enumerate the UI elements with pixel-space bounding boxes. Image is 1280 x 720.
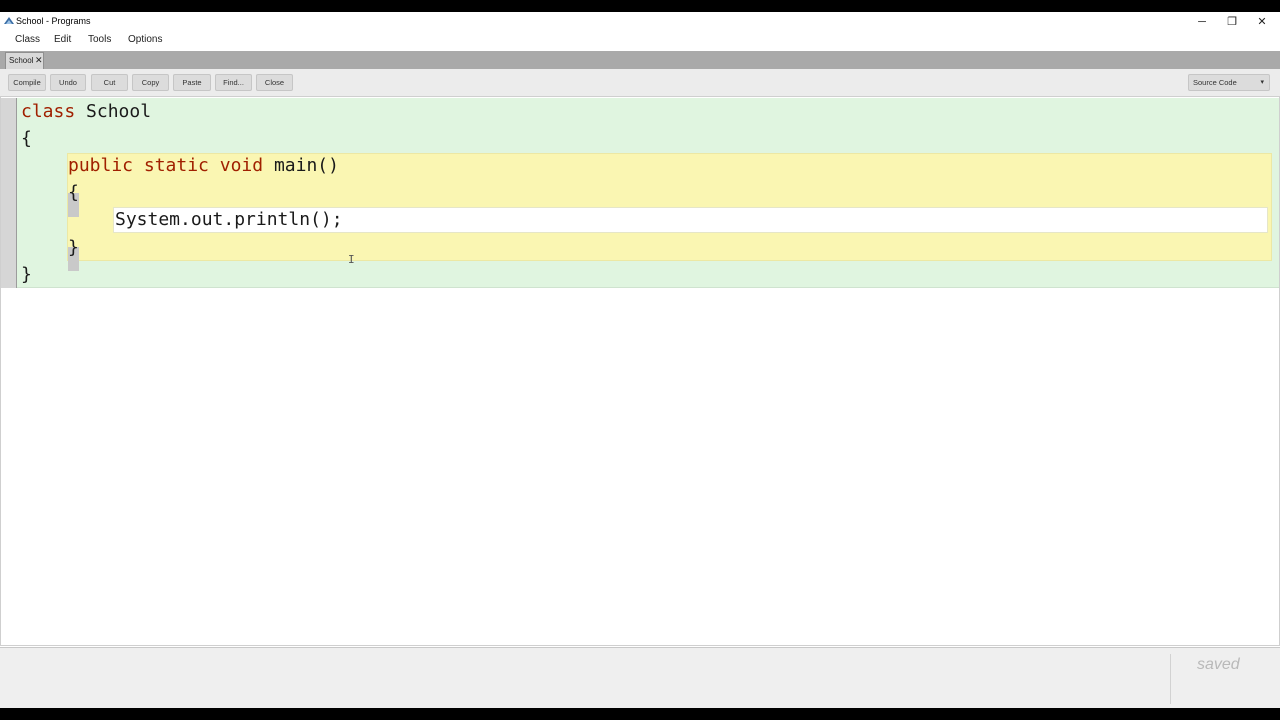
code-line[interactable]: class School (21, 101, 151, 122)
method-signature: main() (273, 155, 339, 176)
code-line[interactable]: } (68, 237, 79, 258)
menu-class[interactable]: Class (15, 34, 40, 45)
status-bar: saved (0, 647, 1280, 708)
keyword: public (68, 155, 134, 176)
keyword: static (143, 155, 209, 176)
tab-close-icon[interactable]: ✕ (35, 55, 43, 66)
find-button[interactable]: Find... (215, 74, 252, 91)
close-window-button[interactable]: ✕ (1247, 12, 1277, 31)
bluej-app-icon (4, 17, 14, 24)
copy-button[interactable]: Copy (132, 74, 169, 91)
code-line[interactable]: { (21, 128, 32, 149)
window-title: School - Programs (16, 16, 91, 26)
save-status: saved (1197, 656, 1240, 673)
paste-button[interactable]: Paste (173, 74, 211, 91)
code-editor[interactable]: class School { public static void main()… (0, 96, 1280, 646)
tab-strip: School ✕ (0, 51, 1280, 69)
keyword: class (21, 101, 76, 122)
code-line[interactable]: System.out.println(); (115, 209, 343, 230)
menu-tools[interactable]: Tools (88, 34, 111, 45)
title-bar: School - Programs ─ ❐ ✕ (0, 12, 1280, 31)
class-name: School (86, 101, 152, 122)
compile-button[interactable]: Compile (8, 74, 46, 91)
chevron-down-icon: ▾ (1260, 79, 1264, 86)
tab-label: School (9, 56, 34, 65)
menu-edit[interactable]: Edit (54, 34, 71, 45)
code-line[interactable]: } (21, 264, 32, 285)
close-button[interactable]: Close (256, 74, 293, 91)
view-mode-select[interactable]: Source Code ▾ (1188, 74, 1270, 91)
code-line[interactable]: { (68, 182, 79, 203)
undo-button[interactable]: Undo (50, 74, 86, 91)
restore-button[interactable]: ❐ (1217, 12, 1247, 31)
cut-button[interactable]: Cut (91, 74, 128, 91)
menu-options[interactable]: Options (128, 34, 162, 45)
text-cursor-icon: I (348, 253, 355, 266)
tab-school[interactable]: School ✕ (5, 52, 44, 69)
line-gutter[interactable] (1, 98, 17, 288)
keyword: void (219, 155, 264, 176)
view-mode-label: Source Code (1193, 78, 1237, 87)
bluej-editor-window: School - Programs ─ ❐ ✕ Class Edit Tools… (0, 12, 1280, 708)
menu-bar: Class Edit Tools Options (0, 31, 1280, 50)
status-divider (1170, 654, 1171, 704)
minimize-button[interactable]: ─ (1187, 12, 1217, 31)
code-line[interactable]: public static void main() (68, 155, 339, 176)
toolbar: Compile Undo Cut Copy Paste Find... Clos… (0, 69, 1280, 96)
